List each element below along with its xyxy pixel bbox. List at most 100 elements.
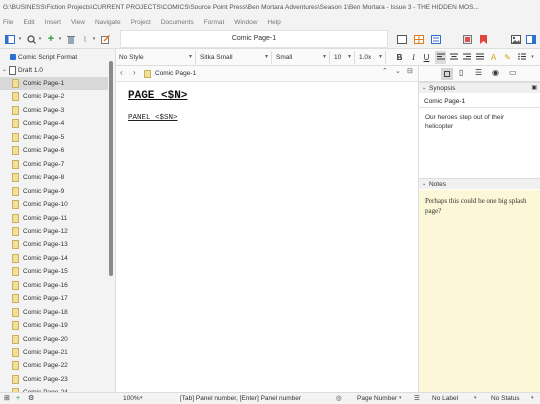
image-icon[interactable] — [510, 33, 522, 45]
binder-item-page[interactable]: Comic Page-19 — [0, 319, 108, 332]
synopsis-title-field[interactable]: Comic Page-1 — [419, 95, 540, 108]
italic-icon[interactable]: I — [408, 51, 419, 64]
justify-icon[interactable] — [474, 51, 485, 64]
forward-arrow-icon[interactable]: › — [133, 68, 136, 77]
align-center-icon[interactable] — [448, 51, 459, 64]
menu-insert[interactable]: Insert — [45, 19, 61, 26]
line-spacing-select[interactable]: 1.0x ▾ — [356, 51, 386, 64]
comment-icon[interactable]: ▭ — [509, 68, 517, 77]
size-name-select[interactable]: Small ▾ — [273, 51, 330, 64]
settings-icon[interactable]: ⚙ — [28, 393, 34, 404]
highlight-icon[interactable]: ✎ — [502, 51, 513, 64]
menu-window[interactable]: Window — [234, 19, 257, 26]
chevron-down-icon[interactable]: ▾ — [474, 393, 477, 404]
binder-item-page[interactable]: Comic Page-9 — [0, 185, 108, 198]
add-icon[interactable]: + — [16, 393, 20, 404]
binder-item-page[interactable]: Comic Page-21 — [0, 346, 108, 359]
edit-icon[interactable] — [100, 33, 110, 45]
binder-item-page[interactable]: Comic Page-2 — [0, 90, 108, 103]
binder-item-page[interactable]: Comic Page-18 — [0, 306, 108, 319]
synopsis-header[interactable]: ⌄ Synopsis ▣ — [419, 82, 540, 93]
status-select[interactable]: No Status — [491, 393, 520, 404]
binder-scrollbar[interactable] — [109, 61, 113, 276]
inspector-toggle-icon[interactable] — [525, 33, 537, 45]
align-left-icon[interactable] — [435, 51, 446, 64]
compile-icon[interactable] — [462, 33, 472, 45]
binder-item-draft[interactable]: ⌄ Draft 1.0 — [0, 64, 108, 77]
binder-item-page[interactable]: Comic Page-3 — [0, 104, 108, 117]
trash-icon[interactable] — [66, 33, 76, 45]
binder-item-page[interactable]: Comic Page-16 — [0, 279, 108, 292]
text-color-icon[interactable]: A — [488, 51, 499, 64]
binder-item-page[interactable]: Comic Page-11 — [0, 212, 108, 225]
bold-icon[interactable]: B — [394, 51, 405, 64]
bookmark-outline-icon[interactable]: ▯ — [459, 68, 463, 77]
document-title-field[interactable]: Comic Page-1 — [120, 30, 388, 48]
bookmark-icon[interactable] — [478, 33, 488, 45]
chevron-down-icon[interactable]: ▾ — [57, 33, 63, 45]
image-icon[interactable]: ▣ — [531, 83, 537, 94]
binder-item-script-format[interactable]: Comic Script Format — [0, 51, 108, 64]
binder-item-page[interactable]: Comic Page-22 — [0, 359, 108, 372]
menu-help[interactable]: Help — [267, 19, 280, 26]
notes-text[interactable]: Perhaps this could be one big splash pag… — [425, 196, 535, 216]
binder-item-page[interactable]: Comic Page-17 — [0, 292, 108, 305]
chevron-up-icon[interactable]: ⌃ — [382, 67, 388, 75]
list-icon[interactable] — [516, 51, 527, 64]
split-view-icon[interactable]: ⊟ — [407, 67, 413, 75]
corkboard-icon[interactable] — [413, 33, 425, 45]
chevron-down-icon[interactable]: ▾ — [140, 393, 143, 404]
binder-item-page[interactable]: Comic Page-20 — [0, 333, 108, 346]
chevron-down-icon[interactable]: ⌄ — [395, 67, 401, 75]
single-view-icon[interactable] — [396, 33, 408, 45]
zoom-select[interactable]: 100% — [123, 393, 140, 404]
chevron-down-icon[interactable]: ▾ — [17, 33, 23, 45]
back-arrow-icon[interactable]: ‹ — [120, 68, 123, 77]
menu-project[interactable]: Project — [131, 19, 151, 26]
notes-header[interactable]: ⌄ Notes — [419, 178, 540, 189]
font-size-select[interactable]: 10 ▾ — [331, 51, 355, 64]
panel-heading[interactable]: PANEL <$SN> — [128, 114, 178, 122]
align-right-icon[interactable] — [461, 51, 472, 64]
menu-edit[interactable]: Edit — [23, 19, 34, 26]
menu-format[interactable]: Format — [204, 19, 225, 26]
outliner-icon[interactable] — [430, 33, 442, 45]
binder-item-page[interactable]: Comic Page-14 — [0, 252, 108, 265]
paperclip-icon[interactable]: ⌇ — [80, 33, 90, 45]
snapshot-icon[interactable]: ◉ — [492, 68, 499, 77]
binder-item-page[interactable]: Comic Page-7 — [0, 158, 108, 171]
binder-item-page[interactable]: Comic Page-4 — [0, 117, 108, 130]
chevron-down-icon[interactable]: ▾ — [37, 33, 43, 45]
font-select[interactable]: Sitka Small ▾ — [197, 51, 272, 64]
search-icon[interactable] — [26, 33, 36, 45]
chevron-down-icon[interactable]: ▾ — [399, 393, 402, 404]
synopsis-text[interactable]: Our heroes step out of their helicopter — [425, 113, 533, 131]
page-heading[interactable]: PAGE <$N> — [128, 90, 187, 102]
chevron-down-icon[interactable]: ⌄ — [2, 64, 7, 77]
element-select[interactable]: Page Number — [357, 393, 397, 404]
add-icon[interactable]: + — [46, 33, 56, 45]
menu-view[interactable]: View — [71, 19, 85, 26]
menu-documents[interactable]: Documents — [161, 19, 194, 26]
menu-navigate[interactable]: Navigate — [95, 19, 121, 26]
binder-item-page[interactable]: Comic Page-10 — [0, 198, 108, 211]
binder-item-page[interactable]: Comic Page-23 — [0, 373, 108, 386]
editor-pane[interactable]: PAGE <$N> PANEL <$SN> — [116, 82, 418, 392]
metadata-icon[interactable]: ☰ — [475, 68, 482, 77]
binder-item-page[interactable]: Comic Page-5 — [0, 131, 108, 144]
label-select[interactable]: No Label — [432, 393, 458, 404]
binder-item-page[interactable]: Comic Page-6 — [0, 144, 108, 157]
binder-item-page[interactable]: Comic Page-8 — [0, 171, 108, 184]
binder-item-page[interactable]: Comic Page-1 — [0, 77, 108, 90]
underline-icon[interactable]: U — [421, 51, 432, 64]
notes-area[interactable]: Perhaps this could be one big splash pag… — [419, 190, 540, 392]
chevron-down-icon[interactable]: ▾ — [527, 51, 538, 64]
binder-toggle-icon[interactable] — [4, 33, 16, 45]
binder-item-page[interactable]: Comic Page-13 — [0, 238, 108, 251]
list-icon[interactable]: ☰ — [414, 393, 420, 404]
target-icon[interactable]: ◎ — [336, 393, 342, 404]
menu-file[interactable]: File — [3, 19, 13, 26]
binder-item-page[interactable]: Comic Page-12 — [0, 225, 108, 238]
chevron-down-icon[interactable]: ▾ — [91, 33, 97, 45]
binder-item-page[interactable]: Comic Page-15 — [0, 265, 108, 278]
